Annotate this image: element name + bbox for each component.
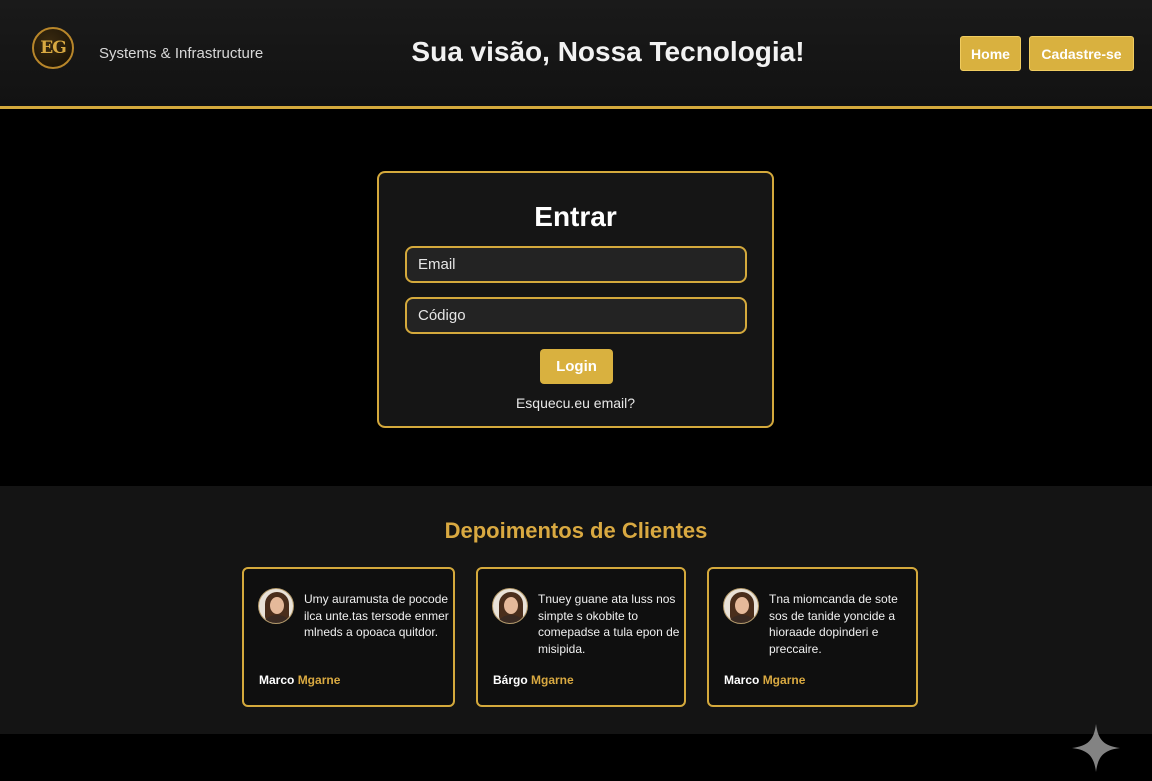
author-first-name: Bárgo [493,673,528,687]
avatar [723,588,759,624]
author-last-name: Mgarne [297,673,341,687]
testimonial-text: Tnuey guane ata luss nos simpte s okobit… [538,592,680,656]
author-last-name: Mgarne [762,673,806,687]
author-last-name: Mgarne [531,673,574,687]
forgot-email-link[interactable]: Esquecu.eu email? [379,395,772,411]
code-input[interactable] [405,297,747,334]
login-card: Entrar Login Esquecu.eu email? [377,171,774,428]
avatar [492,588,528,624]
author-first-name: Marco [259,673,295,687]
testimonial-author: Marco Mgarne [724,673,805,687]
testimonial-card: Tna miomcanda de sote sos de tanide yonc… [707,567,918,707]
home-button[interactable]: Home [960,36,1021,71]
testimonial-card: Tnuey guane ata luss nos simpte s okobit… [476,567,686,707]
testimonial-author: Bárgo Mgarne [493,673,574,687]
login-button[interactable]: Login [540,349,613,384]
sparkle-icon [1072,724,1120,772]
top-header: EG Systems & Infrastructure Sua visão, N… [0,0,1152,109]
testimonial-card: Umy auramusta de pocode ilca unte.tas te… [242,567,455,707]
testimonials-title: Depoimentos de Clientes [444,518,708,543]
avatar [258,588,294,624]
testimonials-section: Depoimentos de Clientes Umy auramusta de… [0,486,1152,734]
signup-button[interactable]: Cadastre-se [1029,36,1134,71]
page-footer [0,734,1152,781]
email-input[interactable] [405,246,747,283]
login-title: Entrar [534,201,617,232]
testimonial-text: Umy auramusta de pocode ilca unte.tas te… [304,592,449,639]
testimonial-author: Marco Mgarne [259,673,340,687]
testimonial-text: Tna miomcanda de sote sos de tanide yonc… [769,592,898,656]
author-first-name: Marco [724,673,760,687]
